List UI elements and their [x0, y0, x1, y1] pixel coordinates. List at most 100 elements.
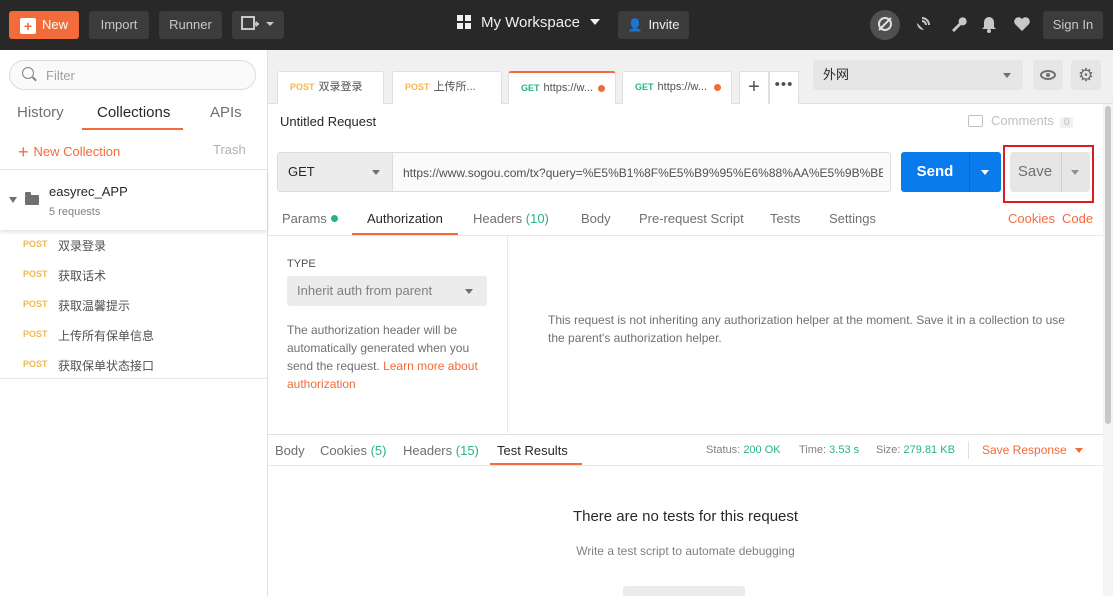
- request-name: 获取保单状态接口: [58, 359, 155, 373]
- empty-state-title: There are no tests for this request: [572, 508, 799, 525]
- send-label: Send: [916, 163, 954, 180]
- unsaved-dot-icon: [598, 85, 605, 92]
- heart-icon[interactable]: [1009, 12, 1035, 38]
- sign-in-button[interactable]: Sign In: [1043, 11, 1103, 39]
- send-options-caret-icon[interactable]: [981, 170, 989, 175]
- tab-method: POST: [290, 82, 315, 92]
- new-tab-button[interactable]: +: [739, 71, 769, 104]
- eye-icon[interactable]: [1033, 60, 1063, 90]
- filter-input[interactable]: [46, 66, 246, 84]
- active-tab-indicator: [490, 463, 582, 465]
- bell-icon[interactable]: [976, 12, 1002, 38]
- tab-apis[interactable]: APIs: [210, 104, 242, 121]
- status-readout: Status: 200 OK: [706, 444, 781, 456]
- request-method: POST: [23, 299, 48, 309]
- caret-down-icon: [1003, 73, 1011, 78]
- tab-history[interactable]: History: [17, 104, 64, 121]
- request-subtabs: Params Authorization Headers (10) Body P…: [268, 203, 1103, 236]
- time-value: 3.53 s: [829, 444, 860, 456]
- headers-count: (10): [525, 211, 549, 226]
- request-item[interactable]: POST 上传所有保单信息: [0, 320, 267, 350]
- more-tabs-icon[interactable]: •••: [769, 71, 799, 104]
- url-bar: GET: [277, 152, 891, 192]
- size-label: Size:: [876, 444, 901, 456]
- tab-method: POST: [405, 82, 430, 92]
- request-item[interactable]: POST 获取保单状态接口: [0, 350, 267, 380]
- comments-button[interactable]: Comments 0: [968, 113, 1074, 128]
- workspace-selector[interactable]: My Workspace: [457, 14, 600, 31]
- time-readout[interactable]: Time: 3.53 s: [799, 444, 859, 456]
- folder-icon: [25, 192, 39, 205]
- active-tab-indicator: [82, 128, 183, 130]
- tab-name: https://w...: [543, 82, 594, 94]
- tab-tests[interactable]: Tests: [770, 211, 800, 226]
- save-response-button[interactable]: Save Response: [982, 443, 1083, 457]
- caret-down-icon: [372, 170, 380, 175]
- request-tab[interactable]: POST 上传所...: [392, 71, 502, 104]
- cookies-link[interactable]: Cookies: [1008, 211, 1055, 226]
- scrollbar-thumb[interactable]: [1105, 106, 1111, 424]
- tab-body[interactable]: Body: [581, 211, 611, 226]
- auth-type-value: Inherit auth from parent: [297, 283, 433, 298]
- request-item[interactable]: POST 获取温馨提示: [0, 290, 267, 320]
- grid-icon: [457, 15, 471, 29]
- auth-type-panel: TYPE Inherit auth from parent The author…: [268, 236, 508, 433]
- filter-field[interactable]: [9, 60, 256, 90]
- request-item[interactable]: POST 双录登录: [0, 230, 267, 260]
- tab-test-results[interactable]: Test Results: [497, 443, 568, 458]
- comments-label: Comments: [991, 113, 1054, 128]
- auth-info-message: This request is not inheriting any autho…: [548, 313, 1065, 345]
- tab-response-body[interactable]: Body: [275, 443, 305, 458]
- highlight-box: [1003, 145, 1094, 203]
- learn-tests-button[interactable]: [623, 586, 745, 596]
- scrollbar[interactable]: [1103, 104, 1113, 596]
- tab-response-cookies[interactable]: Cookies (5): [320, 443, 386, 458]
- environment-select[interactable]: 外网: [813, 60, 1023, 90]
- size-readout[interactable]: Size: 279.81 KB: [876, 444, 955, 456]
- sidebar: History Collections APIs + New Collection…: [0, 50, 268, 596]
- request-method: POST: [23, 269, 48, 279]
- caret-down-icon[interactable]: [9, 197, 17, 203]
- response-headers-count: (15): [455, 443, 479, 458]
- tab-response-headers[interactable]: Headers (15): [403, 443, 479, 458]
- cookies-count: (5): [370, 443, 387, 458]
- tab-headers[interactable]: Headers (10): [473, 211, 549, 226]
- type-label: TYPE: [287, 258, 316, 270]
- tab-method: GET: [635, 82, 654, 92]
- wrench-icon[interactable]: [945, 12, 971, 38]
- code-link[interactable]: Code: [1062, 211, 1093, 226]
- add-user-icon: 👤: [627, 18, 643, 32]
- send-button[interactable]: Send: [901, 152, 1001, 192]
- new-collection-button[interactable]: + New Collection: [18, 142, 120, 163]
- request-title[interactable]: Untitled Request: [280, 114, 376, 129]
- gear-icon[interactable]: ⚙: [1071, 60, 1101, 90]
- method-select[interactable]: GET: [278, 153, 393, 191]
- request-item[interactable]: POST 获取话术: [0, 260, 267, 290]
- tab-headers-label: Headers: [473, 211, 523, 226]
- environment-label: 外网: [823, 67, 850, 82]
- new-tab-dropdown-button[interactable]: [232, 11, 284, 39]
- tab-settings[interactable]: Settings: [829, 211, 876, 226]
- url-input[interactable]: [403, 164, 883, 182]
- tab-authorization[interactable]: Authorization: [367, 211, 443, 226]
- tab-params[interactable]: Params: [282, 211, 338, 226]
- tab-collections[interactable]: Collections: [97, 104, 170, 121]
- plus-icon: +: [18, 142, 29, 162]
- workspace-label: My Workspace: [481, 14, 580, 31]
- runner-button[interactable]: Runner: [159, 11, 222, 39]
- request-tab[interactable]: POST 双录登录: [277, 71, 384, 104]
- invite-button[interactable]: 👤 Invite: [618, 11, 689, 39]
- import-button[interactable]: Import: [89, 11, 149, 39]
- collection-item[interactable]: easyrec_APP 5 requests: [0, 170, 267, 230]
- collection-name: easyrec_APP: [49, 184, 128, 199]
- tab-response-headers-label: Headers: [403, 443, 453, 458]
- tab-pre-request-script[interactable]: Pre-request Script: [639, 211, 744, 226]
- sync-off-icon[interactable]: [870, 10, 900, 40]
- new-button[interactable]: + New: [9, 11, 79, 39]
- request-tab[interactable]: GET https://w...: [622, 71, 732, 104]
- trash-button[interactable]: Trash: [213, 142, 246, 157]
- auth-type-select[interactable]: Inherit auth from parent: [287, 276, 487, 306]
- request-tab-active[interactable]: GET https://w...: [508, 71, 616, 104]
- request-method: POST: [23, 329, 48, 339]
- satellite-icon[interactable]: [910, 12, 936, 38]
